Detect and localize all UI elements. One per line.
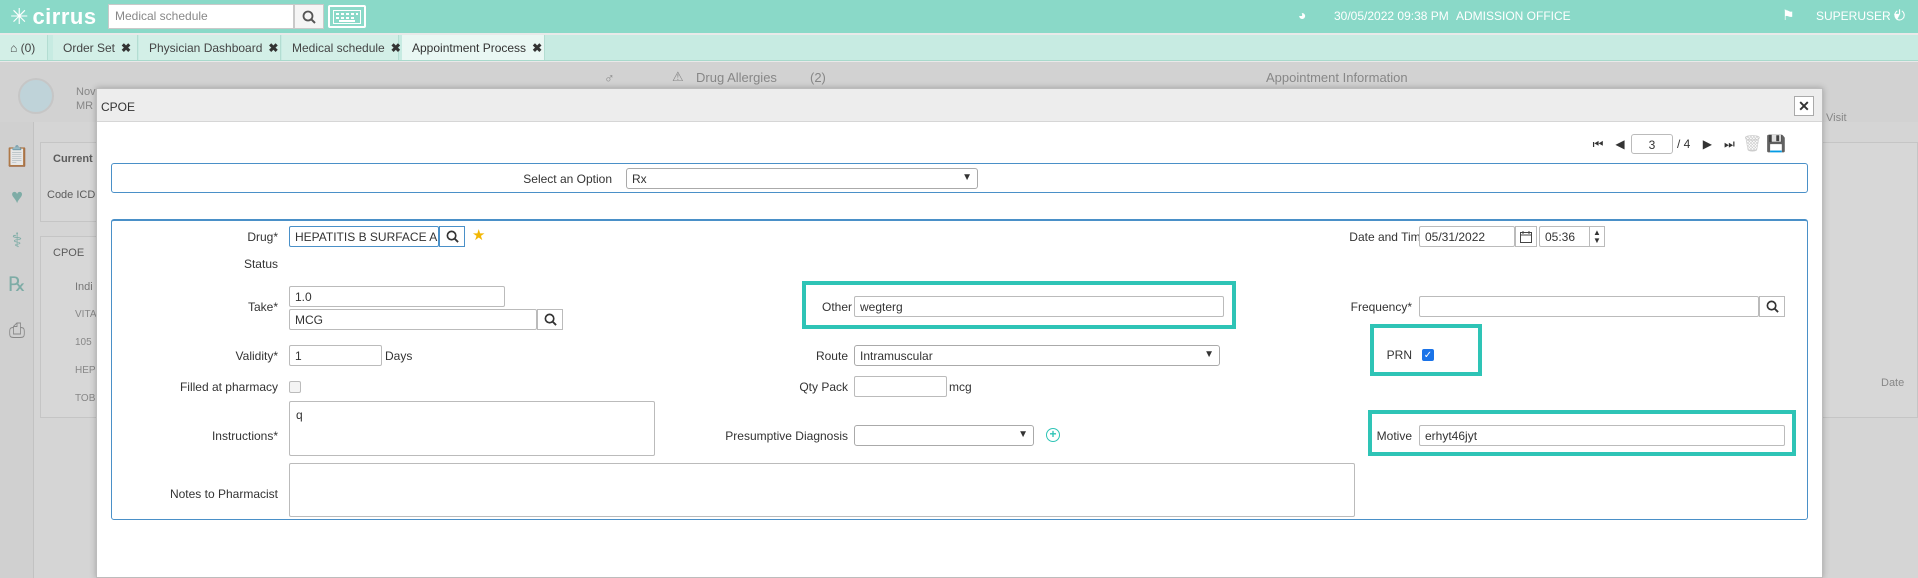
time-spinner[interactable]: ▲ ▼ [1589, 226, 1605, 247]
flag-icon[interactable]: ⚑ [1782, 7, 1795, 24]
chevron-down-icon: ▼ [1204, 349, 1214, 360]
keyboard-icon [333, 9, 361, 24]
calendar-icon [1520, 230, 1532, 243]
frequency-search-button[interactable] [1759, 296, 1785, 317]
frequency-label: Frequency* [1350, 300, 1412, 314]
last-page-icon[interactable]: ⏭ [1718, 134, 1740, 154]
keyboard-button[interactable] [328, 5, 366, 28]
frequency-input[interactable] [1419, 296, 1759, 317]
select-option-value: Rx [632, 172, 647, 186]
tab-label: Order Set [63, 41, 116, 55]
date-input[interactable]: 05/31/2022 [1419, 226, 1515, 247]
other-label: Other [821, 300, 852, 314]
page-total: / 4 [1677, 137, 1691, 151]
take-unit-input[interactable]: MCG [289, 309, 537, 330]
drug-label: Drug* [247, 230, 278, 244]
tab-home[interactable]: ⌂ (0) [0, 35, 48, 60]
globe-icon[interactable]: ◕ [1298, 7, 1306, 23]
favorite-star-icon[interactable]: ★ [472, 226, 485, 244]
route-dropdown[interactable]: Intramuscular ▼ [854, 345, 1220, 366]
prev-page-icon[interactable]: ◀ [1609, 134, 1631, 154]
trash-icon[interactable]: 🗑 [1740, 133, 1764, 155]
modal-title: CPOE [97, 89, 1822, 122]
record-pager: ⏮ ◀ 3 / 4 ▶ ⏭ 🗑 💾 [1587, 133, 1788, 155]
other-input[interactable]: wegterg [854, 296, 1224, 317]
close-icon[interactable]: ✖ [391, 41, 401, 55]
prn-label: PRN [1386, 348, 1412, 362]
tab-label: Physician Dashboard [149, 41, 263, 55]
route-value: Intramuscular [860, 349, 933, 363]
search-icon [1766, 300, 1779, 313]
instructions-textarea[interactable]: q [289, 401, 655, 456]
next-page-icon[interactable]: ▶ [1696, 134, 1718, 154]
motive-input[interactable]: erhyt46jyt [1419, 425, 1785, 446]
prn-checkbox[interactable]: ✓ [1422, 349, 1434, 361]
presumptive-diagnosis-dropdown[interactable]: ▼ [854, 425, 1034, 446]
cirrus-logo-icon: ✳ [10, 4, 29, 29]
validity-unit: Days [385, 349, 413, 363]
logo[interactable]: ✳ cirrus [10, 4, 97, 30]
logo-text: cirrus [32, 4, 97, 29]
validity-input[interactable]: 1 [289, 345, 382, 366]
chevron-down-icon: ▼ [1593, 235, 1601, 245]
take-label: Take* [247, 300, 278, 314]
search-button[interactable] [294, 4, 324, 29]
drug-search-button[interactable] [439, 226, 465, 247]
check-icon: ✓ [1423, 350, 1433, 361]
select-option-label: Select an Option [523, 172, 612, 186]
select-option-dropdown[interactable]: Rx ▼ [626, 168, 978, 189]
power-icon[interactable]: ⏻ [1894, 7, 1905, 24]
motive-label: Motive [1376, 429, 1412, 443]
tab-bar: ⌂ (0) Order Set ✖ Physician Dashboard ✖ Me… [0, 35, 1918, 61]
status-label: Status [243, 257, 278, 271]
search-icon [544, 313, 557, 326]
date-time-label: Date and Time* [1349, 230, 1432, 244]
notes-to-pharmacist-textarea[interactable] [289, 463, 1355, 517]
chevron-down-icon: ▼ [962, 172, 972, 183]
user-menu[interactable]: SUPERUSER ▾ [1816, 9, 1900, 23]
search-icon [302, 10, 316, 24]
search-input[interactable]: Medical schedule [108, 4, 294, 29]
page-number-input[interactable]: 3 [1631, 134, 1673, 154]
save-icon[interactable]: 💾 [1764, 133, 1788, 155]
current-datetime: 30/05/2022 09:38 PM [1334, 9, 1449, 23]
presumptive-diagnosis-label: Presumptive Diagnosis [725, 429, 848, 443]
notes-to-pharmacist-label: Notes to Pharmacist [169, 487, 278, 501]
qty-pack-label: Qty Pack [799, 380, 848, 394]
tab-label: Appointment Process [412, 41, 527, 55]
unit-search-button[interactable] [537, 309, 563, 330]
close-icon[interactable]: ✖ [268, 41, 278, 55]
tab-order-set[interactable]: Order Set ✖ [53, 35, 138, 60]
qty-pack-input[interactable] [854, 376, 947, 397]
instructions-label: Instructions* [211, 429, 278, 443]
tab-label: Medical schedule [292, 41, 385, 55]
first-page-icon[interactable]: ⏮ [1587, 134, 1609, 154]
filled-at-pharmacy-checkbox[interactable] [289, 381, 301, 393]
cpoe-modal: CPOE ✕ ⏮ ◀ 3 / 4 ▶ ⏭ 🗑 💾 Select an Optio… [96, 88, 1823, 578]
tab-physician-dashboard[interactable]: Physician Dashboard ✖ [139, 35, 281, 60]
drug-input[interactable]: HEPATITIS B SURFACE ANTIGEN [289, 226, 439, 247]
tab-label: (0) [20, 41, 36, 55]
chevron-down-icon: ▼ [1018, 429, 1028, 440]
route-label: Route [815, 349, 848, 363]
add-diagnosis-icon[interactable]: + [1046, 428, 1060, 442]
home-icon: ⌂ [10, 41, 18, 55]
prescription-form: Drug* HEPATITIS B SURFACE ANTIGEN ★ Stat… [111, 219, 1808, 520]
top-bar: ✳ cirrus Medical schedule ◕ 30/05/2022 0… [0, 0, 1918, 33]
filled-at-pharmacy-label: Filled at pharmacy [179, 380, 278, 394]
search-icon [446, 230, 459, 243]
user-name: SUPERUSER [1816, 9, 1891, 23]
modal-close-button[interactable]: ✕ [1794, 96, 1814, 116]
calendar-button[interactable] [1515, 226, 1537, 247]
take-amount-input[interactable]: 1.0 [289, 286, 505, 307]
close-icon: ✕ [1798, 97, 1810, 114]
qty-pack-unit: mcg [949, 380, 972, 394]
office-name: ADMISSION OFFICE [1456, 9, 1571, 23]
close-icon[interactable]: ✖ [121, 41, 131, 55]
validity-label: Validity* [235, 349, 278, 363]
option-panel: Select an Option Rx ▼ [111, 163, 1808, 193]
close-icon[interactable]: ✖ [532, 41, 542, 55]
tab-appointment-process[interactable]: Appointment Process ✖ [402, 35, 545, 60]
tab-medical-schedule[interactable]: Medical schedule ✖ [282, 35, 401, 60]
